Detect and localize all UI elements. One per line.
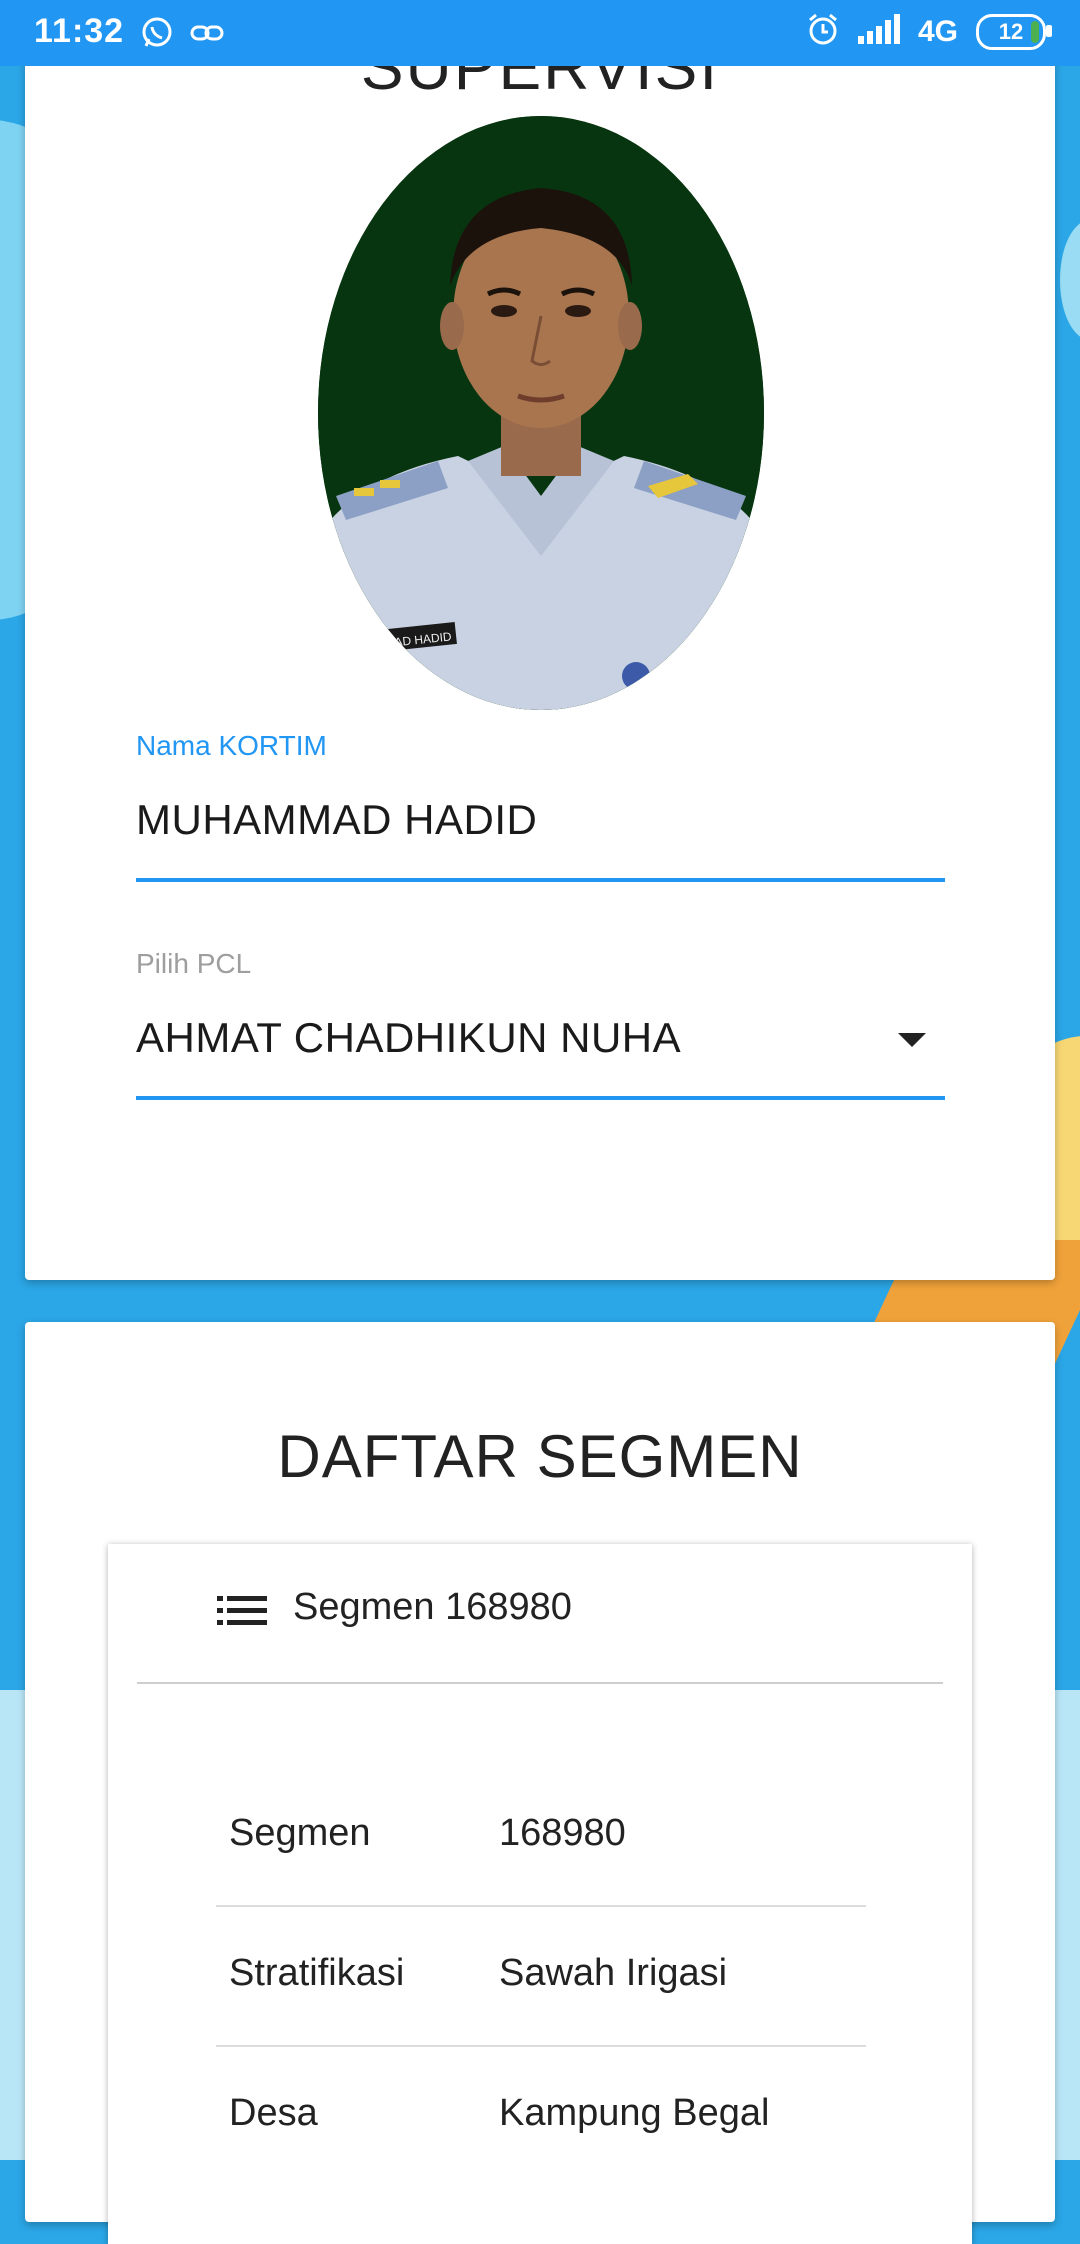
segment-expansion-panel[interactable]: Segmen 168980 Segmen 168980 Stratifikasi… [108,1544,972,2244]
pcl-label: Pilih PCL [136,948,252,979]
detail-label-segmen: Segmen [229,1812,371,1854]
kortim-label: Nama KORTIM [136,730,327,761]
segment-list-card: DAFTAR SEGMEN Segmen 168980 Segmen 16898… [25,1322,1055,2244]
detail-value-segmen: 168980 [499,1812,626,1854]
profile-photo: MAD HADID [318,116,764,710]
kortim-underline [136,878,945,882]
status-time: 11:32 [34,12,125,50]
status-bar: 11:32 4G 12 [0,0,1080,66]
detail-label-stratifikasi: Stratifikasi [229,1952,405,1994]
link-icon [188,14,226,52]
kortim-field[interactable]: MUHAMMAD HADID [136,796,537,844]
battery-level: 12 [998,18,1024,44]
header-divider [137,1682,943,1684]
signal-icon [857,14,900,49]
row-divider [216,1905,866,1907]
profile-card: SUPERVISI MAD HADID Nama KORTIM MUHAMMAD… [25,31,1055,1280]
detail-value-desa: Kampung Begal [499,2092,770,2134]
pcl-underline [136,1096,945,1100]
segment-item-header[interactable]: Segmen 168980 [293,1586,572,1629]
dropdown-arrow-icon[interactable] [898,1033,926,1047]
row-divider [216,2045,866,2047]
detail-label-desa: Desa [229,2092,318,2134]
pcl-select[interactable]: AHMAT CHADHIKUN NUHA [136,1014,681,1062]
network-type: 4G [917,14,958,48]
detail-value-stratifikasi: Sawah Irigasi [499,1952,728,1994]
alarm-icon [806,12,840,51]
whatsapp-icon [138,14,176,52]
battery-icon: 12 [976,13,1052,50]
list-icon[interactable] [217,1596,267,1631]
segment-list-title: DAFTAR SEGMEN [277,1423,803,1490]
